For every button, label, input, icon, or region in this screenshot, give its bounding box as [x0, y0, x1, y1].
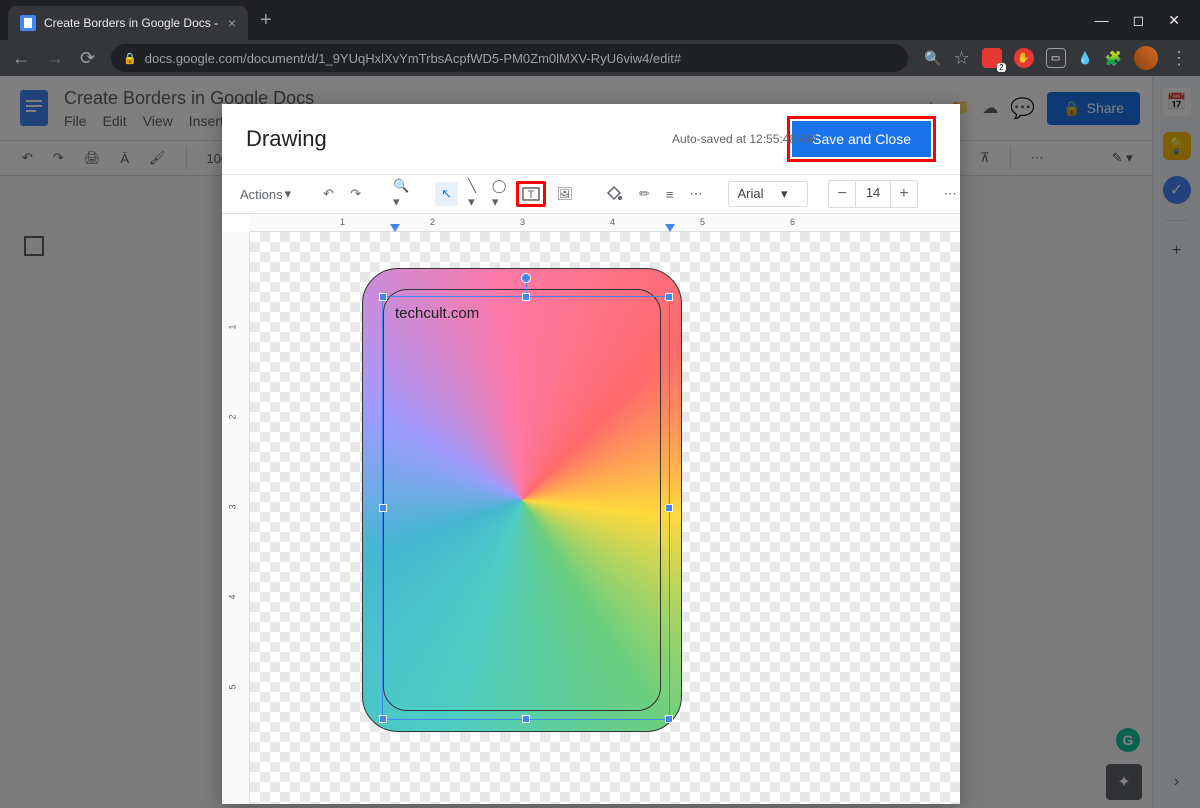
resize-handle-ml[interactable]: [379, 504, 387, 512]
lock-icon: 🔒: [123, 52, 137, 65]
redo-icon[interactable]: ↷: [344, 182, 367, 206]
url-field[interactable]: 🔒 docs.google.com/document/d/1_9YUqHxlXv…: [111, 44, 908, 72]
select-tool-icon[interactable]: ↖: [435, 182, 458, 206]
drawing-modal: Drawing Auto-saved at 12:55:48 AM Save a…: [222, 104, 960, 804]
resize-handle-tl[interactable]: [379, 293, 387, 301]
resize-handle-mr[interactable]: [665, 504, 673, 512]
extensions-icon[interactable]: 🧩: [1105, 50, 1122, 67]
increase-font-icon[interactable]: +: [891, 181, 916, 207]
font-family-select[interactable]: Arial▾: [728, 181, 808, 207]
chrome-menu-icon[interactable]: ⋮: [1170, 48, 1188, 69]
zoom-icon[interactable]: 🔍: [924, 50, 941, 67]
border-weight-icon[interactable]: ≡: [660, 183, 680, 206]
image-tool-icon[interactable]: 🖼: [550, 182, 579, 206]
zoom-icon[interactable]: 🔍 ▾: [387, 174, 415, 214]
new-tab-button[interactable]: +: [260, 9, 272, 32]
browser-url-bar: ← → ⟳ 🔒 docs.google.com/document/d/1_9YU…: [0, 40, 1200, 76]
url-text: docs.google.com/document/d/1_9YUqHxlXvYm…: [145, 51, 681, 66]
drawing-canvas-area: 1 2 3 4 5 6 1 2 3 4 5: [222, 214, 960, 804]
resize-handle-br[interactable]: [665, 715, 673, 723]
maximize-button[interactable]: ◻: [1133, 12, 1145, 29]
resize-handle-bm[interactable]: [522, 715, 530, 723]
extension-icons: 🔍 ☆ 2 ✋ ▭ 💧 🧩 ⋮: [924, 46, 1188, 70]
browser-tab-bar: Create Borders in Google Docs - × + — ◻ …: [0, 0, 1200, 40]
close-window-button[interactable]: ✕: [1168, 12, 1180, 29]
todoist-icon[interactable]: 2: [982, 48, 1002, 68]
shape-tool-icon[interactable]: ◯ ▾: [486, 174, 513, 214]
border-color-icon[interactable]: ✏: [633, 182, 656, 206]
colorzilla-icon[interactable]: 💧: [1078, 51, 1093, 65]
adblock-icon[interactable]: ✋: [1014, 48, 1034, 68]
svg-text:T: T: [528, 189, 535, 201]
textbox-tool-icon[interactable]: T: [516, 181, 546, 207]
profile-avatar[interactable]: [1134, 46, 1158, 70]
line-tool-icon[interactable]: ╲ ▾: [462, 174, 482, 214]
forward-button[interactable]: →: [46, 48, 64, 69]
docs-favicon: [20, 15, 36, 31]
horizontal-ruler[interactable]: 1 2 3 4 5 6: [250, 214, 960, 232]
window-controls: — ◻ ✕: [1095, 12, 1200, 29]
minimize-button[interactable]: —: [1095, 12, 1109, 29]
back-button[interactable]: ←: [12, 48, 30, 69]
reload-button[interactable]: ⟳: [80, 48, 95, 69]
font-size-value[interactable]: 14: [856, 181, 891, 207]
bookmark-star-icon[interactable]: ☆: [953, 48, 969, 69]
resize-handle-bl[interactable]: [379, 715, 387, 723]
ruler-marker-left[interactable]: [390, 224, 400, 232]
resize-handle-tr[interactable]: [665, 293, 673, 301]
ruler-marker-right[interactable]: [665, 224, 675, 232]
textbox-selection[interactable]: techcult.com: [382, 296, 670, 720]
border-dash-icon[interactable]: ⋯: [683, 182, 708, 206]
pip-icon[interactable]: ▭: [1046, 48, 1066, 68]
more-options-icon[interactable]: ⋯: [938, 182, 963, 206]
textbox-content[interactable]: techcult.com: [383, 297, 669, 330]
actions-menu[interactable]: Actions ▾: [234, 182, 297, 206]
rotate-handle[interactable]: [521, 273, 531, 283]
drawing-toolbar: Actions ▾ ↶ ↷ 🔍 ▾ ↖ ╲ ▾ ◯ ▾ T 🖼 ✏ ≡ ⋯ Ar…: [222, 174, 960, 214]
close-tab-icon[interactable]: ×: [228, 15, 236, 31]
tab-title: Create Borders in Google Docs -: [44, 16, 220, 30]
drawing-canvas[interactable]: techcult.com: [250, 232, 960, 804]
vertical-ruler[interactable]: 1 2 3 4 5: [222, 232, 250, 804]
fill-color-icon[interactable]: [599, 181, 629, 207]
modal-title: Drawing: [246, 126, 327, 152]
resize-handle-tm[interactable]: [522, 293, 530, 301]
font-size-control: − 14 +: [828, 180, 917, 208]
decrease-font-icon[interactable]: −: [829, 181, 855, 207]
browser-tab[interactable]: Create Borders in Google Docs - ×: [8, 6, 248, 40]
undo-icon[interactable]: ↶: [317, 182, 340, 206]
modal-header: Drawing Auto-saved at 12:55:48 AM Save a…: [222, 104, 960, 174]
autosave-status: Auto-saved at 12:55:48 AM: [672, 132, 817, 146]
